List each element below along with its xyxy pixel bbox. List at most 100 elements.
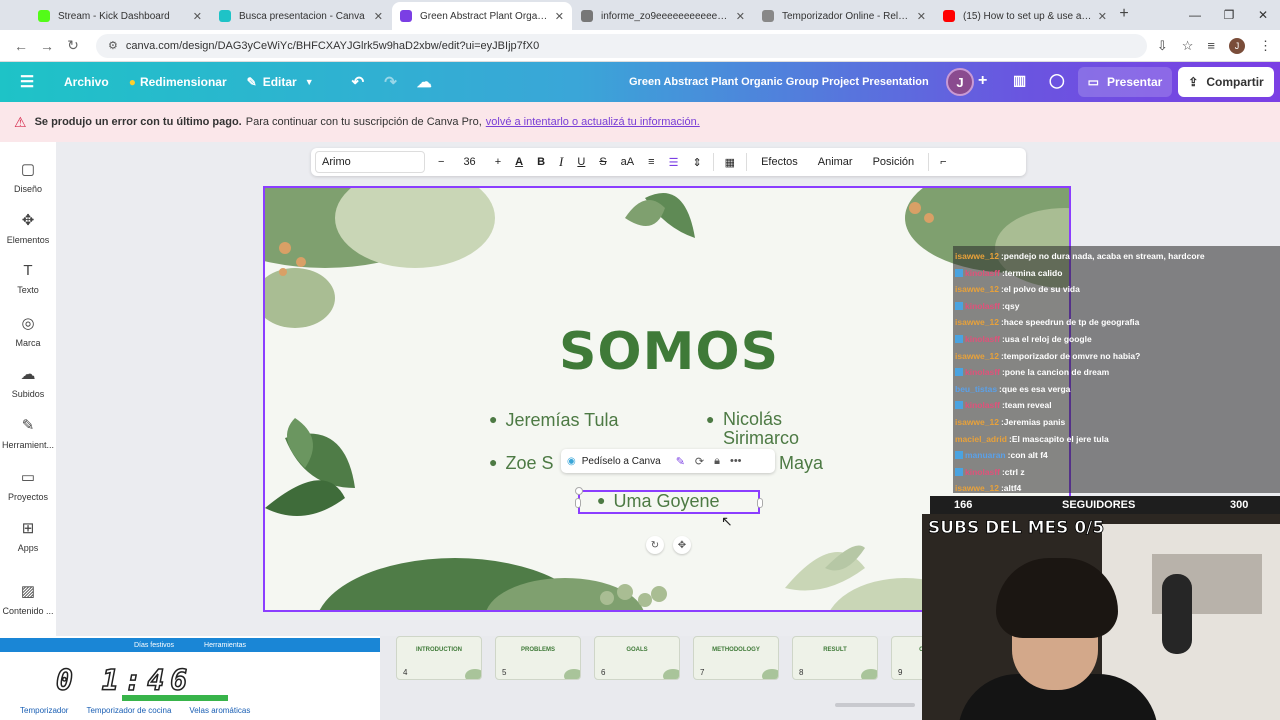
sidebar-item[interactable]: ▨ Contenido ... xyxy=(0,582,56,616)
italic-icon[interactable]: I xyxy=(552,154,570,170)
case-icon[interactable]: aA xyxy=(614,156,641,168)
browser-menu-icon[interactable]: ⋮ xyxy=(1259,38,1272,54)
name-item[interactable]: ● Jeremías Tula xyxy=(489,410,619,431)
page-thumbnail[interactable]: METHODOLOGY 7 xyxy=(693,636,779,680)
close-tab-icon[interactable]: ✕ xyxy=(736,10,745,23)
sidebar-item[interactable]: ▭ Proyectos xyxy=(0,468,56,502)
thumbnail-leaf-shape xyxy=(762,669,778,679)
ask-canva-button[interactable]: Pedíselo a Canva xyxy=(582,456,661,467)
name-item[interactable]: ● Nicolás Sirimarco xyxy=(706,410,817,448)
install-icon[interactable]: ⇩ xyxy=(1157,38,1168,54)
text-color-icon[interactable]: A xyxy=(508,156,530,168)
rotate-handle-icon[interactable]: ↻ xyxy=(646,536,664,554)
insights-icon[interactable]: ▥ xyxy=(1013,72,1026,89)
font-size-decrease[interactable]: − xyxy=(431,156,451,168)
forward-icon[interactable]: → xyxy=(34,38,60,54)
position-button[interactable]: Posición xyxy=(863,156,925,168)
lock-icon[interactable]: 🔒︎ xyxy=(709,455,725,468)
resize-handle[interactable] xyxy=(575,487,583,495)
name-item[interactable]: Maya xyxy=(779,453,823,474)
page-thumbnail[interactable]: PROBLEMS 5 xyxy=(495,636,581,680)
browser-tab[interactable]: Stream - Kick Dashboard ✕ xyxy=(30,2,210,30)
browser-tab[interactable]: Busca presentacion - Canva ✕ xyxy=(211,2,391,30)
selection-box[interactable] xyxy=(575,487,763,514)
sidebar-item[interactable]: ✎ Herramient... xyxy=(0,416,56,450)
cloud-save-icon[interactable]: ☁ xyxy=(407,62,442,102)
close-tab-icon[interactable]: ✕ xyxy=(374,10,383,23)
font-family-select[interactable]: Arimo xyxy=(315,151,425,173)
close-tab-icon[interactable]: ✕ xyxy=(917,10,926,23)
minimize-icon[interactable]: — xyxy=(1178,0,1212,30)
present-button[interactable]: ▭ Presentar xyxy=(1078,67,1172,97)
animate-button[interactable]: Animar xyxy=(808,156,863,168)
favicon-icon xyxy=(38,10,50,22)
menu-icon[interactable]: ☰ xyxy=(0,72,54,92)
timer-bar-item[interactable]: Días festivos xyxy=(134,642,174,649)
more-options-icon[interactable]: ••• xyxy=(725,455,747,467)
banner-link[interactable]: volvé a intentarlo o actualizá tu inform… xyxy=(486,116,700,128)
timer-link[interactable]: Velas aromáticas xyxy=(189,706,250,715)
resize-handle[interactable] xyxy=(757,498,763,508)
reload-icon[interactable]: ↻ xyxy=(60,37,86,54)
effects-button[interactable]: Efectos xyxy=(751,156,808,168)
resize-handle[interactable] xyxy=(575,498,581,508)
page-thumbnail[interactable]: GOALS 6 xyxy=(594,636,680,680)
font-size-input[interactable]: 36 xyxy=(451,156,487,168)
collaborator-avatar[interactable]: J xyxy=(946,68,974,96)
share-button[interactable]: ⇪ Compartir xyxy=(1178,67,1274,97)
underline-icon[interactable]: U xyxy=(570,156,592,168)
design-title[interactable]: Green Abstract Plant Organic Group Proje… xyxy=(629,62,929,102)
sidebar-item[interactable]: T Texto xyxy=(0,262,56,295)
sidebar-item[interactable]: ⊞ Apps xyxy=(0,519,56,553)
sidebar-item[interactable]: ✥ Elementos xyxy=(0,211,56,245)
close-tab-icon[interactable]: ✕ xyxy=(555,10,564,23)
close-window-icon[interactable]: ✕ xyxy=(1246,0,1280,30)
comments-icon[interactable]: ◯ xyxy=(1049,72,1065,89)
font-size-increase[interactable]: + xyxy=(488,156,508,168)
name-item[interactable]: ● Zoe S xyxy=(489,453,554,474)
strikethrough-icon[interactable]: S xyxy=(592,156,613,168)
sidebar-item[interactable]: ☁ Subidos xyxy=(0,365,56,399)
follower-count: 166 xyxy=(954,499,973,511)
paint-format-icon[interactable]: ⌐ xyxy=(933,156,953,168)
edit-menu[interactable]: ✎ Editar ▼ xyxy=(237,62,324,102)
slide-title[interactable]: SOMOS xyxy=(265,322,1069,382)
undo-icon[interactable]: ↶ xyxy=(342,62,375,102)
comment-icon[interactable]: ⟳ xyxy=(690,455,709,468)
sidebar-item[interactable]: ◎ Marca xyxy=(0,314,56,348)
timer-bar-item[interactable]: Herramientas xyxy=(204,642,246,649)
page-thumbnail[interactable]: RESULT 8 xyxy=(792,636,878,680)
file-menu[interactable]: Archivo xyxy=(54,62,119,102)
close-tab-icon[interactable]: ✕ xyxy=(1098,10,1107,23)
bookmark-star-icon[interactable]: ☆ xyxy=(1182,38,1194,54)
back-icon[interactable]: ← xyxy=(8,38,34,54)
magic-edit-icon[interactable]: ✎ xyxy=(671,455,690,468)
browser-tab[interactable]: Temporizador Online - Reloj-A ✕ xyxy=(754,2,934,30)
page-thumbnail[interactable]: INTRODUCTION 4 xyxy=(396,636,482,680)
browser-tab[interactable]: Green Abstract Plant Organic G ✕ xyxy=(392,2,572,30)
move-handle-icon[interactable]: ✥ xyxy=(673,536,691,554)
align-icon[interactable]: ≡ xyxy=(641,156,661,168)
transparency-icon[interactable]: ▦ xyxy=(718,156,742,169)
new-tab-button[interactable]: + xyxy=(1112,0,1136,28)
crown-icon: ● xyxy=(128,75,136,89)
profile-avatar[interactable]: J xyxy=(1229,37,1245,54)
redo-icon[interactable]: ↷ xyxy=(374,62,407,102)
timer-link[interactable]: Temporizador de cocina xyxy=(86,706,171,715)
spacing-icon[interactable]: ⇕ xyxy=(685,156,708,169)
resize-button[interactable]: ● Redimensionar xyxy=(119,62,237,102)
url-field[interactable]: ⚙ canva.com/design/DAG3yCeWiYc/BHFCXAYJG… xyxy=(96,33,1147,58)
restore-icon[interactable]: ❐ xyxy=(1212,0,1246,30)
timer-digits: 0 1:46 xyxy=(55,663,194,698)
browser-tab[interactable]: (15) How to set up & use a De ✕ xyxy=(935,2,1115,30)
add-collaborator-icon[interactable]: + xyxy=(978,72,987,90)
list-icon[interactable]: ☰ xyxy=(662,156,686,169)
bold-icon[interactable]: B xyxy=(530,156,552,168)
thumbnail-scrollbar[interactable] xyxy=(835,703,915,707)
browser-tab[interactable]: informe_zo9eeeeeeeeeeee(1 ✕ xyxy=(573,2,753,30)
site-info-icon[interactable]: ⚙ xyxy=(108,39,118,52)
media-control-icon[interactable]: ≡ xyxy=(1207,38,1215,53)
sidebar-item[interactable]: ▢ Diseño xyxy=(0,160,56,194)
close-tab-icon[interactable]: ✕ xyxy=(193,10,202,23)
timer-link[interactable]: Temporizador xyxy=(20,706,68,715)
